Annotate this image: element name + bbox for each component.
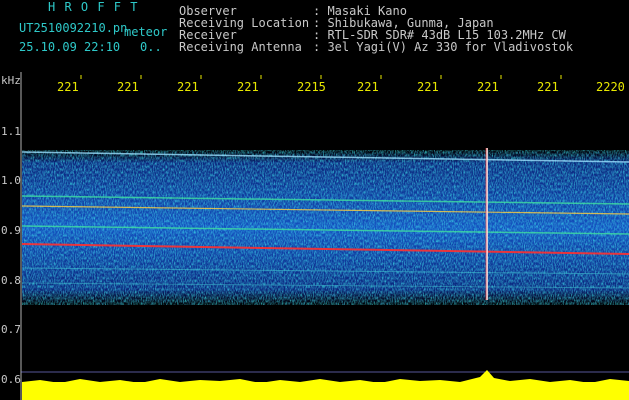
x-tick-label: 221	[537, 80, 559, 94]
x-tick-label: 221	[237, 80, 259, 94]
label-antenna: Receiving Antenna	[179, 40, 302, 54]
y-tick-label: 1.0	[1, 174, 21, 187]
x-tick-label: 221	[477, 80, 499, 94]
x-tick-label: 221	[417, 80, 439, 94]
y-tick-label: 0.7	[1, 323, 21, 336]
value-antenna: : 3el Yagi(V) Az 330 for Vladivostok	[313, 40, 574, 54]
y-tick-label: 0.9	[1, 224, 21, 237]
x-tick-label: 221	[177, 80, 199, 94]
x-tick-label: 221	[57, 80, 79, 94]
datetime: 25.10.09 22:10	[19, 40, 121, 54]
y-tick-label: 1.1	[1, 125, 21, 138]
y-tick-label: 0.8	[1, 274, 21, 287]
x-tick-label: 2215	[297, 80, 326, 94]
x-tick-label: 2220	[596, 80, 625, 94]
filename: UT2510092210.pn	[19, 21, 128, 35]
power-bar	[22, 370, 629, 400]
x-tick-label: 221	[117, 80, 139, 94]
hrofft-window: H R O F F T UT2510092210.pn meteor 25.10…	[0, 0, 629, 400]
x-tick-marks	[80, 75, 562, 79]
tag-label: meteor	[124, 25, 168, 39]
y-tick-label: 0.6	[1, 373, 21, 386]
app-title: H R O F F T	[48, 0, 139, 14]
x-tick-label: 221	[357, 80, 379, 94]
spectrogram-plot	[20, 72, 629, 400]
y-unit-label: kHz	[1, 74, 21, 87]
extra-value: 0..	[140, 40, 162, 54]
